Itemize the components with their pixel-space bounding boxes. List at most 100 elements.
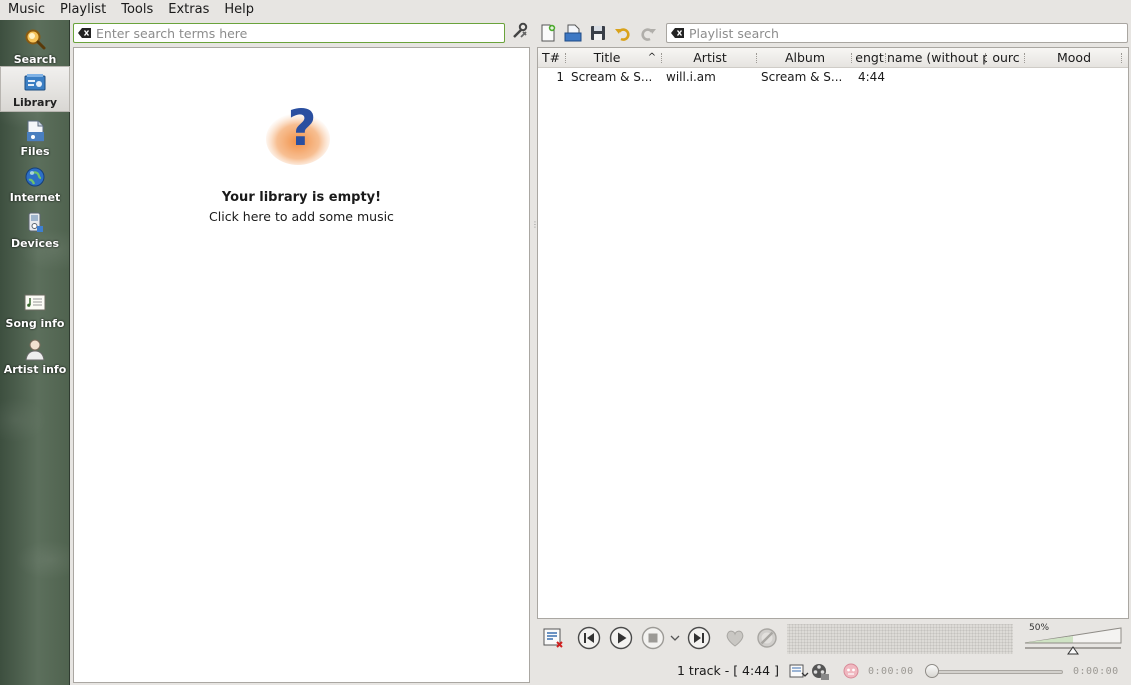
column-separator[interactable] xyxy=(756,53,758,63)
clear-playlist-icon xyxy=(543,628,563,648)
lastfm-icon[interactable] xyxy=(843,663,859,682)
ban-icon xyxy=(757,628,777,648)
column-separator[interactable] xyxy=(661,53,663,63)
spectrum-analyzer[interactable] xyxy=(787,624,1013,654)
load-playlist-button[interactable] xyxy=(563,23,583,43)
playback-controls: 50% xyxy=(537,621,1129,657)
menu-help[interactable]: Help xyxy=(216,0,261,20)
playlist-track-count: 1 track - [ 4:44 ] xyxy=(677,663,779,678)
playlist-view[interactable]: T# Title ^ Artist Album engt name (witho… xyxy=(537,47,1129,619)
sidebar-item-label: Artist info xyxy=(3,363,67,376)
sidebar-item-label: Internet xyxy=(9,191,61,204)
undo-icon xyxy=(615,28,630,41)
library-search-input[interactable] xyxy=(92,24,504,42)
column-filename[interactable]: name (without p xyxy=(887,48,987,68)
cell-length: 4:44 xyxy=(858,70,885,84)
library-view[interactable]: ? Your library is empty! Click here to a… xyxy=(73,47,530,683)
redo-icon xyxy=(641,28,656,41)
menu-playlist[interactable]: Playlist xyxy=(52,0,113,20)
playlist-search-box xyxy=(666,23,1128,43)
play-button[interactable] xyxy=(609,626,633,650)
ban-button[interactable] xyxy=(755,626,779,650)
column-artist[interactable]: Artist xyxy=(664,48,756,68)
elapsed-time: 0:00:00 xyxy=(868,666,914,677)
playlist-header: T# Title ^ Artist Album engt name (witho… xyxy=(538,48,1128,68)
next-track-icon xyxy=(687,626,711,650)
globe-icon xyxy=(23,165,47,189)
heart-icon xyxy=(726,630,744,647)
sidebar-item-song-info[interactable]: Song info xyxy=(0,288,70,332)
column-separator[interactable] xyxy=(851,53,853,63)
files-icon xyxy=(23,119,47,143)
library-search-box xyxy=(73,23,505,43)
sidebar-item-artist-info[interactable]: Artist info xyxy=(0,334,70,378)
column-separator[interactable] xyxy=(565,53,567,63)
clear-search-icon[interactable] xyxy=(78,27,92,39)
stop-button[interactable] xyxy=(641,626,665,650)
redo-button[interactable] xyxy=(638,23,658,43)
add-music-link[interactable]: Click here to add some music xyxy=(74,209,529,224)
clear-playlist-button[interactable] xyxy=(541,626,565,650)
sidebar-item-search[interactable]: Search xyxy=(0,24,70,68)
question-mark-icon: ? xyxy=(264,99,336,167)
column-mood[interactable]: Mood xyxy=(1028,48,1120,68)
sidebar-item-library[interactable]: Library xyxy=(0,66,70,112)
sort-ascending-icon: ^ xyxy=(647,52,657,63)
table-row[interactable]: 1 Scream & S... will.i.am Scream & S... … xyxy=(538,68,1128,86)
stop-icon xyxy=(641,626,665,650)
save-icon xyxy=(591,26,605,40)
undo-button[interactable] xyxy=(613,23,633,43)
sidebar-item-internet[interactable]: Internet xyxy=(0,162,70,206)
column-album[interactable]: Album xyxy=(759,48,851,68)
sidebar-item-devices[interactable]: Devices xyxy=(0,208,70,252)
playlist-mode-icon xyxy=(789,664,809,678)
stop-options-dropdown[interactable] xyxy=(669,626,681,650)
new-playlist-icon xyxy=(541,24,556,42)
menu-tools[interactable]: Tools xyxy=(113,0,160,20)
empty-library-title: Your library is empty! xyxy=(221,190,382,205)
cell-album: Scream & S... xyxy=(761,70,843,84)
column-separator[interactable] xyxy=(1024,53,1026,63)
column-source[interactable]: ourc xyxy=(987,48,1025,68)
device-icon xyxy=(23,211,47,235)
volume-control[interactable]: 50% xyxy=(1023,623,1125,657)
panel-splitter-handle[interactable]: ⋮ xyxy=(531,220,539,234)
load-playlist-icon xyxy=(564,24,582,42)
column-track-number[interactable]: T# xyxy=(538,48,564,68)
column-title[interactable]: Title xyxy=(568,48,646,68)
song-info-icon xyxy=(23,291,47,315)
sidebar-item-label: Devices xyxy=(10,237,60,250)
previous-track-icon xyxy=(577,626,601,650)
magnifier-icon xyxy=(23,27,47,51)
sidebar-item-label: Search xyxy=(13,53,57,66)
column-separator[interactable] xyxy=(1121,53,1123,63)
status-bar: 1 track - [ 4:44 ] 0:00:00 0:00:00 xyxy=(537,659,1131,685)
playlist-toolbar xyxy=(538,22,658,44)
sidebar-item-label: Song info xyxy=(5,317,65,330)
library-icon xyxy=(23,70,47,94)
cell-track-number: 1 xyxy=(556,70,564,84)
save-playlist-button[interactable] xyxy=(588,23,608,43)
sidebar-item-files[interactable]: Files xyxy=(0,116,70,160)
library-config-button[interactable] xyxy=(510,22,530,43)
clear-search-icon[interactable] xyxy=(671,27,685,39)
love-button[interactable] xyxy=(723,626,747,650)
next-button[interactable] xyxy=(687,626,711,650)
seek-slider-track[interactable] xyxy=(929,670,1063,674)
playlist-search-input[interactable] xyxy=(685,24,1127,42)
svg-text:?: ? xyxy=(287,103,316,157)
remaining-time: 0:00:00 xyxy=(1073,666,1119,677)
playlist-mode-button[interactable] xyxy=(789,662,809,683)
artist-icon xyxy=(23,337,47,361)
menu-extras[interactable]: Extras xyxy=(160,0,216,20)
volume-label: 50% xyxy=(1029,623,1050,633)
previous-button[interactable] xyxy=(577,626,601,650)
sidebar-item-label: Library xyxy=(12,96,58,109)
new-playlist-button[interactable] xyxy=(538,23,558,43)
column-length[interactable]: engt xyxy=(854,48,885,68)
chevron-down-icon xyxy=(670,635,680,641)
menu-music[interactable]: Music xyxy=(0,0,52,20)
transcode-button[interactable] xyxy=(811,662,829,683)
film-icon xyxy=(812,664,829,680)
seek-slider-handle[interactable] xyxy=(925,664,939,678)
